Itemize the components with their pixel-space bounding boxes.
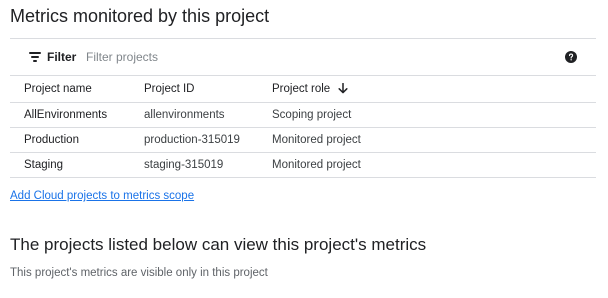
project-role-cell: Monitored project xyxy=(258,127,596,153)
column-header-project-role-label: Project role xyxy=(272,83,331,95)
filter-bar: Filter xyxy=(10,39,596,76)
table-row[interactable]: Production production-315019 Monitored p… xyxy=(10,127,596,153)
project-id-cell: allenvironments xyxy=(130,102,258,128)
filter-label[interactable]: Filter xyxy=(47,50,76,64)
column-header-project-name[interactable]: Project name xyxy=(10,76,130,103)
project-id-cell: production-315019 xyxy=(130,127,258,153)
project-role-cell: Scoping project xyxy=(258,102,596,128)
viewers-section-note: This project's metrics are visible only … xyxy=(10,267,268,279)
page-title: Metrics monitored by this project xyxy=(10,6,270,26)
column-header-project-id[interactable]: Project ID xyxy=(130,76,258,103)
filter-list-icon[interactable] xyxy=(29,52,41,62)
table-row[interactable]: Staging staging-315019 Monitored project xyxy=(10,152,596,178)
projects-table: Project name Project ID Project role All… xyxy=(10,76,596,178)
add-cloud-projects-link[interactable]: Add Cloud projects to metrics scope xyxy=(10,190,194,202)
filter-input[interactable] xyxy=(82,47,510,67)
project-role-cell: Monitored project xyxy=(258,152,596,178)
metrics-scope-page: Metrics monitored by this project Filter… xyxy=(0,0,608,298)
table-header-row: Project name Project ID Project role xyxy=(10,76,596,103)
project-name-cell: Production xyxy=(10,127,130,153)
viewers-section-title: The projects listed below can view this … xyxy=(10,235,427,254)
project-name-cell: Staging xyxy=(10,152,130,178)
sort-descending-icon[interactable] xyxy=(338,83,348,94)
project-id-cell: staging-315019 xyxy=(130,152,258,178)
table-row[interactable]: AllEnvironments allenvironments Scoping … xyxy=(10,102,596,128)
monitored-projects-panel: Filter Project name Project ID Project r… xyxy=(10,38,596,178)
column-header-project-role[interactable]: Project role xyxy=(258,76,596,103)
project-name-cell: AllEnvironments xyxy=(10,102,130,128)
help-icon[interactable] xyxy=(565,51,577,63)
